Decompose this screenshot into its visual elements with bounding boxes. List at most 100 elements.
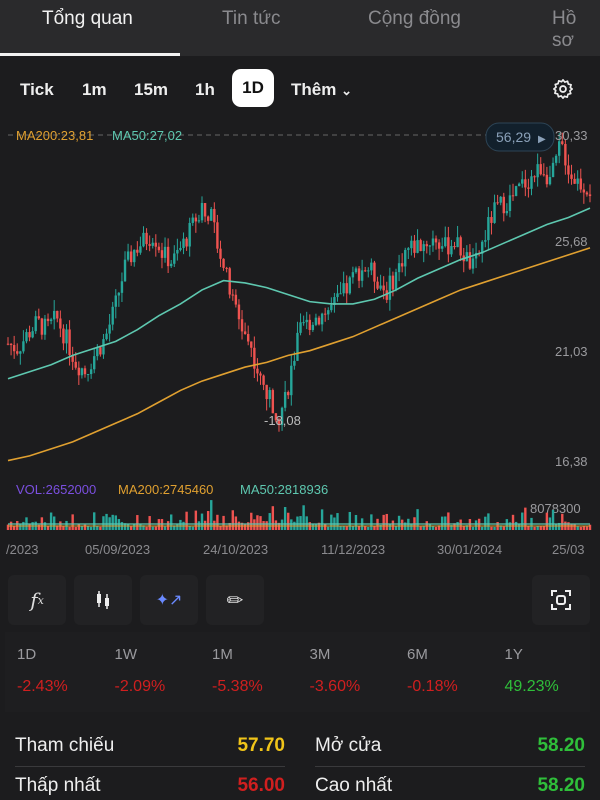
volume-bar <box>191 526 194 530</box>
tab-profile[interactable]: Hồ sơ <box>552 8 600 52</box>
volume-bar <box>77 524 81 530</box>
fullscreen-icon[interactable] <box>532 575 590 625</box>
candle <box>93 356 96 370</box>
tab-community[interactable]: Cộng đồng <box>368 8 461 30</box>
open-label: Mở cửa <box>315 735 382 756</box>
volume-bar <box>570 524 573 530</box>
play-icon: ▶ <box>538 134 546 145</box>
volume-ma200-legend: MA200:2745460 <box>118 482 213 497</box>
volume-bar <box>579 526 582 530</box>
volume-bar <box>296 516 299 530</box>
candle <box>407 248 410 250</box>
volume-legend: VOL:2652000 <box>16 482 96 497</box>
volume-bar <box>314 524 318 530</box>
volume-bar <box>493 526 496 530</box>
volume-bar <box>274 520 278 530</box>
candle <box>582 189 586 193</box>
volume-bar <box>213 520 216 530</box>
more-timeframes-button[interactable]: Thêm ⌄ <box>291 80 352 100</box>
volume-bar <box>86 526 90 530</box>
volume-bar <box>471 526 475 530</box>
volume-bar <box>216 514 219 530</box>
volume-bar <box>582 526 586 530</box>
candle <box>117 292 121 296</box>
volume-bar <box>527 526 530 530</box>
candle <box>447 237 450 255</box>
candle <box>468 252 472 269</box>
volume-bar <box>83 524 87 530</box>
timeframe-1h[interactable]: 1h <box>195 80 215 100</box>
volume-bar <box>185 511 188 530</box>
top-tabs: Tổng quan Tin tức Cộng đồng Hồ sơ <box>0 0 600 56</box>
candle <box>219 248 222 259</box>
candle <box>354 268 358 273</box>
timeframe-1m[interactable]: 1m <box>82 80 107 100</box>
candle <box>505 210 509 214</box>
candle <box>360 270 364 281</box>
volume-bar <box>28 524 31 530</box>
candle <box>345 283 348 294</box>
candle <box>12 345 16 352</box>
volume-bar <box>243 524 247 530</box>
x-tick-4: 30/01/2024 <box>437 542 502 557</box>
candle <box>419 240 422 252</box>
volume-bar <box>320 509 324 530</box>
price-chart[interactable]: MA200:23,81 MA50:27,02 30,33 25,68 21,03… <box>0 120 600 565</box>
open-value: 58.20 <box>537 735 585 756</box>
volume-bar <box>250 512 253 530</box>
timeframe-tick[interactable]: Tick <box>20 80 54 100</box>
tab-news[interactable]: Tin tức <box>222 8 280 30</box>
timeframe-1d[interactable]: 1D <box>232 69 274 107</box>
candle <box>293 360 296 366</box>
candle <box>496 202 499 204</box>
candle <box>502 196 505 214</box>
candle <box>243 331 247 335</box>
candle <box>283 392 287 408</box>
candle <box>311 324 315 330</box>
candle <box>305 319 308 323</box>
period-label: 6M <box>407 646 428 663</box>
volume-bar <box>68 526 71 530</box>
volume-bar <box>200 513 204 530</box>
period-change: -3.60% <box>309 678 361 695</box>
candle <box>203 203 207 217</box>
ai-sparkle-chart-icon[interactable]: ✦↗ <box>140 575 198 625</box>
volume-bar <box>474 520 478 530</box>
volume-bar <box>521 512 524 530</box>
low-annotation: -18,08 <box>264 413 301 428</box>
candle <box>314 317 318 325</box>
candle <box>31 331 34 338</box>
candle <box>52 310 56 320</box>
candle <box>126 251 130 260</box>
y-tick-0: 30,33 <box>555 128 588 143</box>
timeframe-15m[interactable]: 15m <box>134 80 168 100</box>
candle <box>200 203 204 221</box>
candle <box>317 317 321 325</box>
gear-icon[interactable] <box>552 78 574 100</box>
volume-bar <box>234 516 238 530</box>
volume-bar <box>484 516 487 530</box>
candle <box>348 277 352 294</box>
volume-bar <box>394 526 398 530</box>
volume-bar <box>385 513 388 530</box>
candle <box>456 237 459 248</box>
candle <box>425 244 428 247</box>
divider <box>15 766 285 767</box>
fx-icon[interactable]: fx <box>8 575 66 625</box>
candle <box>250 341 253 348</box>
candlestick-icon[interactable] <box>74 575 132 625</box>
volume-bar <box>410 524 413 530</box>
volume-bar <box>447 512 450 530</box>
volume-bar <box>397 515 401 530</box>
tab-overview[interactable]: Tổng quan <box>42 8 133 30</box>
candle <box>210 208 213 221</box>
volume-ma50-legend: MA50:2818936 <box>240 482 328 497</box>
volume-bar <box>194 510 198 530</box>
candle <box>404 249 407 267</box>
candle <box>431 238 435 246</box>
candle <box>373 262 376 282</box>
x-tick-1: 05/09/2023 <box>85 542 150 557</box>
pencil-icon[interactable]: ✏ <box>206 575 264 625</box>
candle <box>19 351 22 354</box>
candle <box>151 242 154 246</box>
